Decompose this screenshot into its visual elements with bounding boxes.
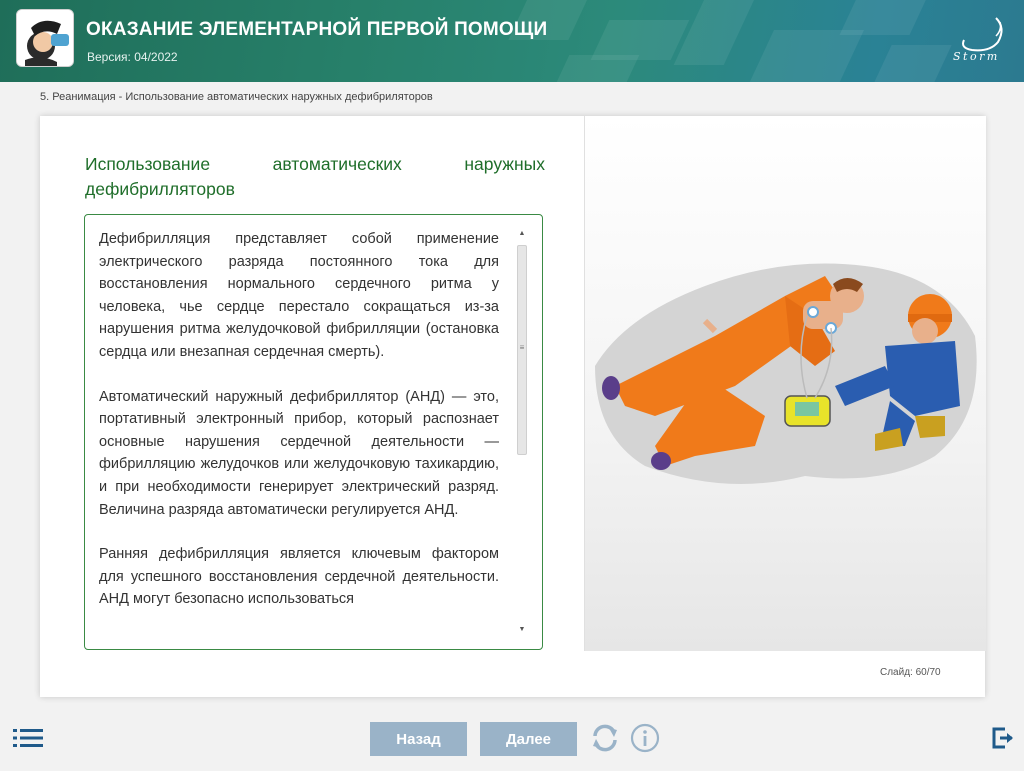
menu-icon[interactable]	[13, 728, 43, 748]
paragraph: Дефибрилляция представляет собой примене…	[99, 231, 499, 360]
paragraph: Автоматический наружный дефибриллятор (А…	[99, 388, 499, 518]
breadcrumb: 5. Реанимация - Использование автоматиче…	[40, 91, 433, 103]
scroll-thumb[interactable]: ≡	[517, 245, 527, 455]
paragraph: Ранняя дефибрилляция является ключевым ф…	[99, 546, 499, 608]
scroll-grip-icon: ≡	[519, 343, 525, 352]
course-title: ОКАЗАНИЕ ЭЛЕМЕНТАРНОЙ ПЕРВОЙ ПОМОЩИ	[86, 19, 548, 40]
header-pattern	[0, 0, 1024, 82]
back-button[interactable]: Назад	[370, 722, 467, 756]
slide-heading: Использование автоматических наружных де…	[85, 152, 545, 202]
exit-icon[interactable]	[991, 726, 1015, 750]
scroll-up-icon[interactable]: ▲	[515, 227, 529, 241]
course-logo	[16, 9, 74, 67]
scrollbar[interactable]: ▲ ≡ ▼	[515, 227, 529, 637]
storm-brand-text: Storm	[953, 50, 1000, 63]
heading-word: дефибрилляторов	[85, 179, 235, 199]
info-icon[interactable]	[630, 723, 660, 753]
heading-word: наружных	[464, 154, 545, 174]
reload-icon[interactable]	[589, 722, 621, 754]
defibrillator-illustration	[595, 263, 977, 484]
heading-word: Использование	[85, 154, 211, 174]
header-banner: ОКАЗАНИЕ ЭЛЕМЕНТАРНОЙ ПЕРВОЙ ПОМОЩИ Верс…	[0, 0, 1024, 82]
text-scroll-area[interactable]: Дефибрилляция представляет собой примене…	[84, 214, 543, 650]
slide-card: Использование автоматических наружных де…	[40, 116, 986, 697]
illustration-panel	[584, 116, 986, 651]
scroll-down-icon[interactable]: ▼	[515, 623, 529, 637]
next-button[interactable]: Далее	[480, 722, 577, 756]
version-label: Версия: 04/2022	[87, 50, 178, 64]
text-content: Дефибрилляция представляет собой примене…	[99, 228, 499, 633]
slide-counter: Слайд: 60/70	[880, 667, 941, 678]
heading-word: автоматических	[272, 154, 402, 174]
